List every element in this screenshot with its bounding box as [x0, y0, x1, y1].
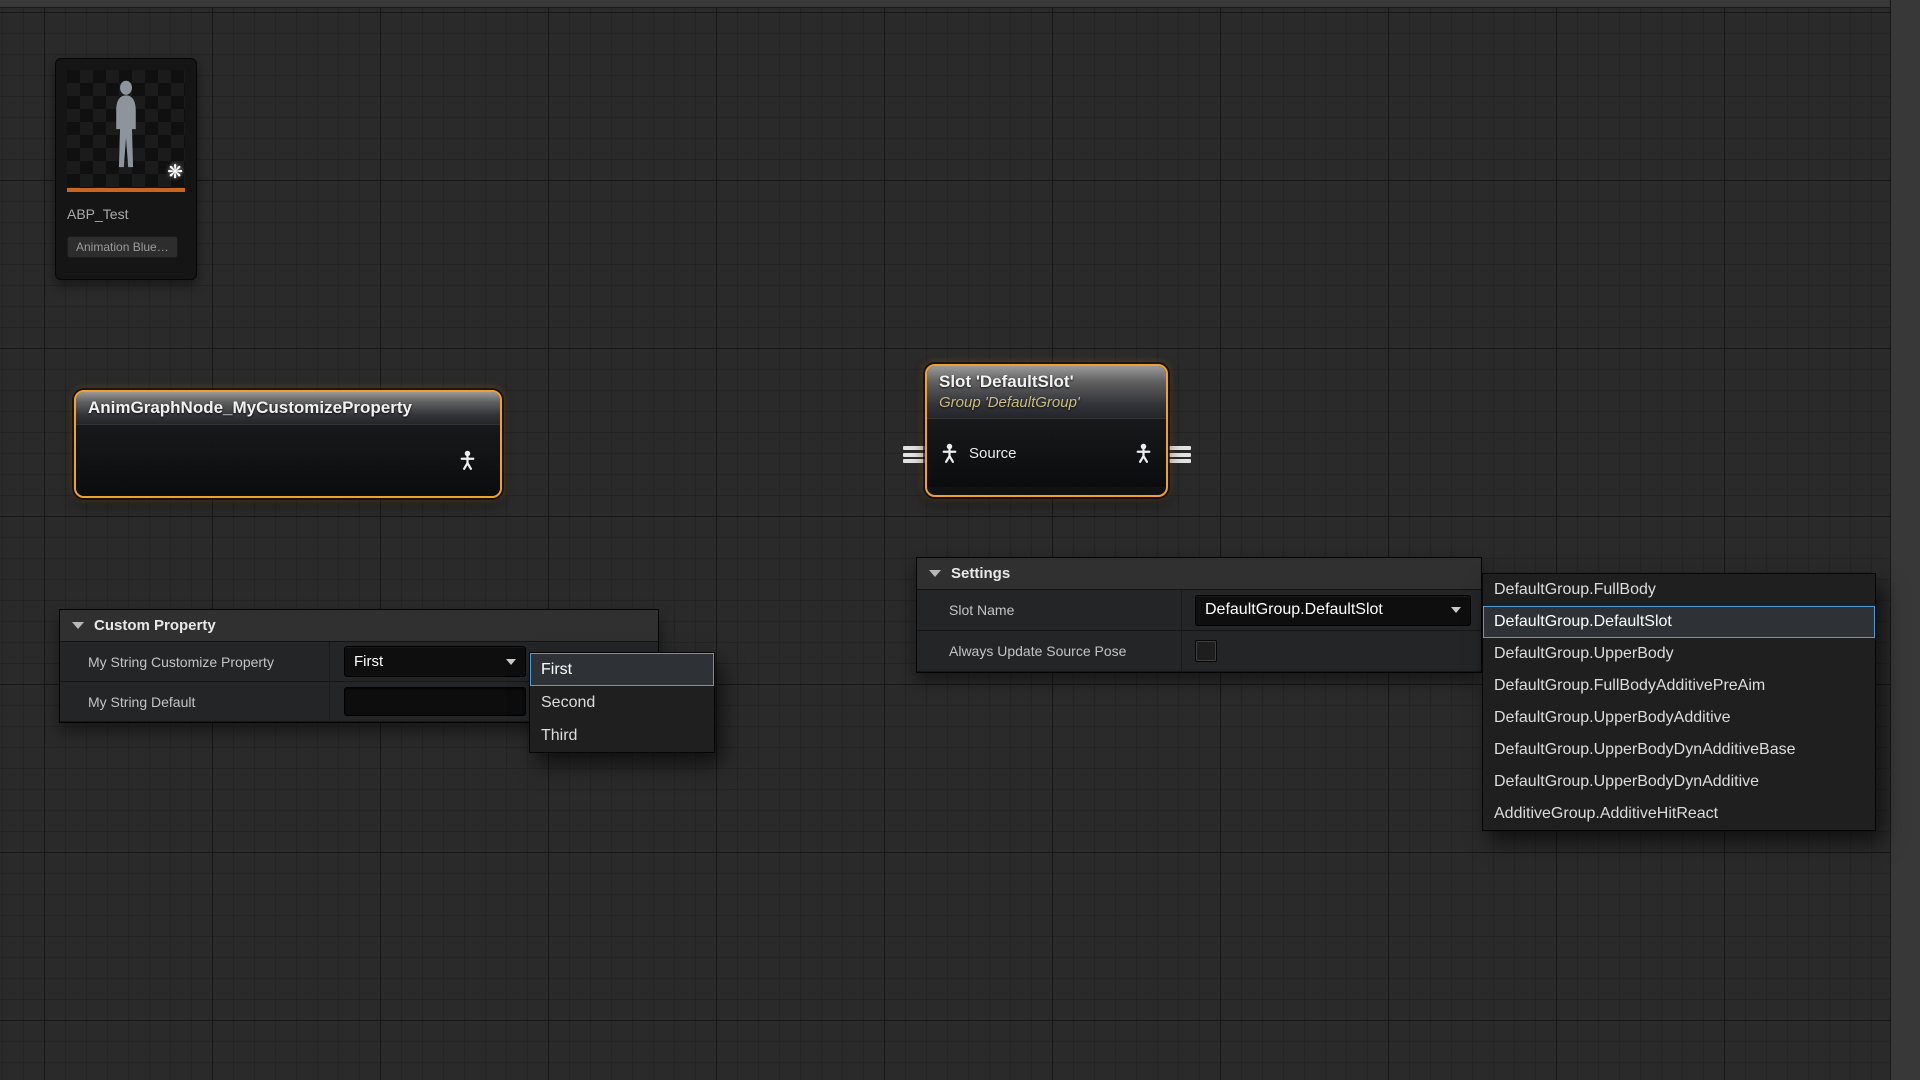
property-value-cell: First [330, 646, 526, 677]
pose-wire-stub-input[interactable] [903, 446, 925, 463]
property-label: My String Customize Property [60, 642, 330, 682]
node-body: Source [927, 419, 1166, 487]
mannequin-silhouette-icon [104, 78, 148, 178]
particle-burst-icon: ❋ [167, 161, 183, 184]
node-header[interactable]: Slot 'DefaultSlot' Group 'DefaultGroup' [927, 366, 1166, 419]
expander-arrow-icon[interactable] [929, 570, 941, 577]
property-value-cell: DefaultGroup.DefaultSlot [1182, 595, 1471, 626]
string-default-input[interactable] [344, 687, 526, 716]
pose-output-pin-icon[interactable] [1133, 443, 1154, 464]
source-pin-label: Source [969, 445, 1017, 462]
dropdown-option-first[interactable]: First [530, 653, 714, 686]
property-value-cell [330, 687, 526, 716]
node-anim-graph-customize-property[interactable]: AnimGraphNode_MyCustomizeProperty [74, 390, 502, 498]
chevron-down-icon [506, 659, 516, 665]
node-header[interactable]: AnimGraphNode_MyCustomizeProperty [76, 392, 500, 425]
asset-card-abp-test[interactable]: ❋ ABP_Test Animation Blue… [55, 58, 197, 280]
pose-output-pin-icon[interactable] [457, 450, 478, 471]
section-title: Settings [951, 565, 1010, 582]
slot-option[interactable]: DefaultGroup.FullBodyAdditivePreAim [1483, 670, 1875, 702]
section-title: Custom Property [94, 617, 216, 634]
combobox-value: First [354, 653, 383, 670]
node-subtitle: Group 'DefaultGroup' [939, 393, 1154, 413]
property-row-always-update-source-pose: Always Update Source Pose [917, 631, 1481, 672]
property-value-cell [1182, 640, 1217, 662]
slot-option[interactable]: DefaultGroup.UpperBodyAdditive [1483, 702, 1875, 734]
asset-type-badge: Animation Blue… [67, 236, 178, 258]
asset-thumbnail: ❋ [67, 70, 185, 192]
slot-name-dropdown-menu: DefaultGroup.FullBody DefaultGroup.Defau… [1482, 573, 1876, 831]
dropdown-option-second[interactable]: Second [530, 686, 714, 719]
source-input-pin[interactable]: Source [939, 443, 1017, 464]
property-label: My String Default [60, 682, 330, 722]
panel-right-edge [1890, 0, 1920, 1080]
asset-title: ABP_Test [67, 206, 185, 222]
slot-option[interactable]: DefaultGroup.UpperBodyDynAdditive [1483, 766, 1875, 798]
slot-option-selected[interactable]: DefaultGroup.DefaultSlot [1483, 606, 1875, 638]
pose-input-pin-icon[interactable] [939, 443, 960, 464]
settings-panel: Settings Slot Name DefaultGroup.DefaultS… [916, 557, 1482, 673]
property-label: Always Update Source Pose [917, 631, 1182, 672]
property-label: Slot Name [917, 590, 1182, 631]
string-customize-combobox[interactable]: First [344, 646, 526, 677]
settings-header[interactable]: Settings [917, 558, 1481, 590]
always-update-source-pose-checkbox[interactable] [1195, 640, 1217, 662]
slot-option[interactable]: DefaultGroup.FullBody [1483, 574, 1875, 606]
string-customize-dropdown-menu: First Second Third [529, 652, 715, 753]
pose-wire-stub-output[interactable] [1169, 446, 1191, 463]
slot-option[interactable]: DefaultGroup.UpperBody [1483, 638, 1875, 670]
asset-type-color-bar [67, 188, 185, 192]
node-body [76, 425, 500, 496]
chevron-down-icon [1451, 607, 1461, 613]
dropdown-option-third[interactable]: Third [530, 719, 714, 752]
node-slot-default-slot[interactable]: Slot 'DefaultSlot' Group 'DefaultGroup' … [925, 364, 1168, 497]
custom-property-header[interactable]: Custom Property [60, 610, 658, 642]
slot-name-combobox[interactable]: DefaultGroup.DefaultSlot [1195, 595, 1471, 626]
expander-arrow-icon[interactable] [72, 622, 84, 629]
slot-option[interactable]: DefaultGroup.UpperBodyDynAdditiveBase [1483, 734, 1875, 766]
panel-top-edge [0, 0, 1920, 8]
node-title: AnimGraphNode_MyCustomizeProperty [88, 397, 488, 419]
slot-option[interactable]: AdditiveGroup.AdditiveHitReact [1483, 798, 1875, 830]
property-row-slot-name: Slot Name DefaultGroup.DefaultSlot [917, 590, 1481, 631]
node-title: Slot 'DefaultSlot' [939, 371, 1154, 393]
animation-blueprint-graph-canvas[interactable]: ❋ ABP_Test Animation Blue… AnimGraphNode… [0, 0, 1920, 1080]
combobox-value: DefaultGroup.DefaultSlot [1205, 601, 1383, 619]
